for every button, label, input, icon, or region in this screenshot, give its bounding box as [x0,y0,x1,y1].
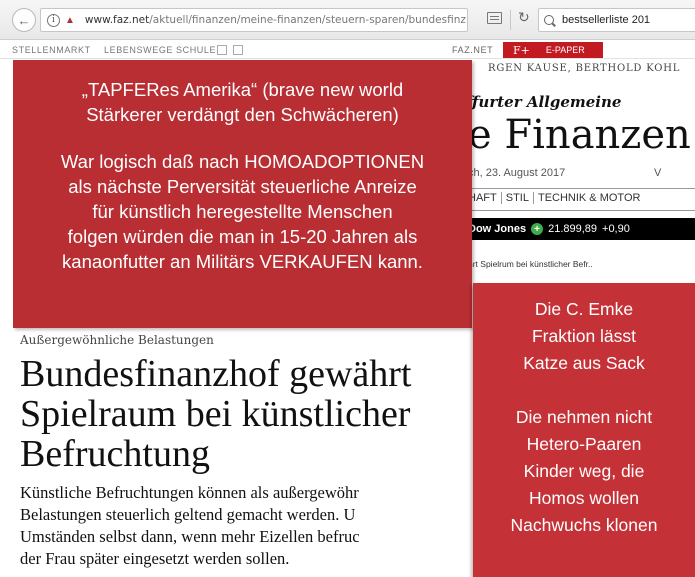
epaper-button[interactable]: F+ E-PAPER [503,42,603,58]
annotation-line: Nachwuchs klonen [510,515,658,535]
url-text[interactable]: www.faz.net/aktuell/finanzen/meine-finan… [85,14,466,26]
nav-item-schule[interactable]: SCHULE [176,45,216,55]
epaper-label: E-PAPER [545,45,585,55]
article-headline: Bundesfinanzhof gewährt Spielraum bei kü… [20,354,490,474]
annotation-line: War logisch daß nach HOMOADOPTIONEN [60,151,425,172]
category-item[interactable]: STIL [502,192,534,204]
faz-net-link[interactable]: FAZ.NET [450,42,500,58]
headline-line: Bundesfinanzhof gewährt [20,353,412,395]
editors-line: RGEN KAUSE, BERTHOLD KOHL [488,63,681,74]
twitter-icon[interactable] [233,45,243,55]
lead-line: Künstliche Befruchtungen können als auße… [20,483,359,502]
search-icon [544,15,554,25]
nav-item-stellenmarkt[interactable]: STELLENMARKT [12,45,91,55]
annotation-line: folgen würden die man in 15-20 Jahren al… [67,226,418,247]
nav-item-lebenswege[interactable]: LEBENSWEGE [104,45,173,55]
divider [462,210,695,211]
divider [462,188,695,189]
category-item[interactable]: TECHNIK & MOTOR [534,192,644,204]
address-bar[interactable]: i ▲ www.faz.net/aktuell/finanzen/meine-f… [40,8,468,32]
search-input[interactable]: bestsellerliste 201 [562,14,650,26]
up-arrow-icon: + [531,223,544,235]
market-ticker[interactable]: Dow Jones + 21.899,89 +0,90 [462,218,695,240]
lead-line: Belastungen steuerlich geltend gemacht w… [20,505,356,524]
headline-line: Spielraum bei künstlicher [20,393,411,435]
info-icon[interactable]: i [47,13,60,27]
dateline-tail: V [654,167,662,179]
annotation-line: Stärkerer verdängt den Schwächeren) [86,104,399,125]
annotation-line: kanaonfutter an Militärs VERKAUFEN kann. [62,251,423,272]
masthead-logo[interactable]: ffurter Allgemeine [466,93,621,111]
reader-view-icon[interactable] [487,12,502,24]
annotation-line: als nächste Perversität steuerliche Anre… [68,176,417,197]
back-arrow-icon[interactable]: ← [12,8,36,32]
article-lead: Künstliche Befruchtungen können als auße… [20,482,490,570]
annotation-line: für künstlich heregestellte Menschen [92,201,393,222]
article-kicker: Außergewöhnliche Belastungen [20,333,214,347]
dateline: ch, 23. August 2017 [468,167,566,179]
headline-line: Befruchtung [20,433,210,475]
section-title: e Finanzen [468,112,691,158]
lead-line: der Frau später eingesetzt werden sollen… [20,549,290,568]
lead-line: Umständen selbst dann, wenn mehr Eizelle… [20,527,360,546]
annotation-line: „TAPFERes Amerika“ (brave new world [81,79,404,100]
annotation-line: Katze aus Sack [523,353,645,373]
breadcrumb[interactable]: hrt Spielrum bei künstlicher Befr.. [468,259,593,269]
annotation-line: Die nehmen nicht [515,407,653,427]
annotation-line: Fraktion lässt [531,326,637,346]
faz-plus-icon: F+ [513,43,530,57]
annotation-box-main: „TAPFERes Amerika“ (brave new world Stär… [13,60,472,328]
annotation-line: Hetero-Paaren [526,434,642,454]
annotation-box-side: Die C. Emke Fraktion lässt Katze aus Sac… [473,283,695,577]
category-nav: HAFT STIL TECHNIK & MOTOR [468,192,644,204]
annotation-line: Die C. Emke [534,299,634,319]
site-identity-icon[interactable]: ▲ [65,15,75,26]
ticker-value: 21.899,89 [548,223,598,235]
ticker-index-name: Dow Jones [468,223,527,235]
toolbar-divider [510,10,511,30]
annotation-line: Homos wollen [529,488,639,508]
browser-toolbar: ← i ▲ www.faz.net/aktuell/finanzen/meine… [0,0,695,40]
ticker-change: +0,90 [602,223,630,235]
reload-icon[interactable]: ↻ [518,9,530,26]
search-bar[interactable]: bestsellerliste 201 [538,8,695,32]
category-item[interactable]: HAFT [468,192,502,204]
annotation-line: Kinder weg, die [523,461,645,481]
facebook-icon[interactable] [217,45,227,55]
